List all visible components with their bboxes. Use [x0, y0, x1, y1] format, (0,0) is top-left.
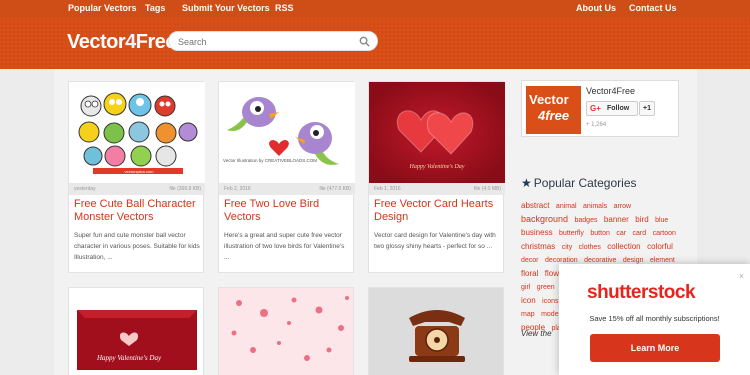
- tag-link[interactable]: animals: [583, 203, 607, 210]
- plus-one-button[interactable]: +1: [639, 101, 655, 116]
- tag-link[interactable]: button: [590, 230, 609, 237]
- learn-more-button[interactable]: Learn More: [590, 334, 720, 362]
- tag-link[interactable]: girl: [521, 284, 530, 291]
- post-thumbnail[interactable]: vectorspica.com: [69, 82, 205, 183]
- post-meta: Feb 2, 2016 file (477.0 KB): [219, 183, 355, 195]
- post-file-size: file (4.0 MB): [474, 186, 501, 192]
- logo-text-4: 4: [125, 31, 136, 53]
- tag-link[interactable]: decorative: [584, 257, 616, 264]
- search-icon[interactable]: [359, 36, 370, 47]
- tag-link[interactable]: floral: [521, 269, 538, 278]
- post-excerpt: Super fun and cute monster ball vector c…: [74, 232, 200, 261]
- post-card[interactable]: Vector Illustration by CREATIVEBLOADS.CO…: [218, 81, 355, 273]
- shutterstock-ad-popup: × shutterstock Save 15% off all monthly …: [559, 264, 750, 375]
- post-meta: yesterday file (366.9 KB): [69, 183, 205, 195]
- site-logo[interactable]: Vector4Free: [67, 31, 177, 54]
- tag-link[interactable]: icon: [521, 296, 536, 305]
- post-card[interactable]: vectorspica.com yesterday file (366.9 KB…: [68, 81, 205, 273]
- nav-popular-vectors[interactable]: Popular Vectors: [68, 3, 137, 13]
- telephone-thumbnail: [369, 288, 503, 375]
- tag-link[interactable]: badges: [575, 217, 598, 224]
- ad-offer-text: Save 15% off all monthly subscriptions!: [589, 314, 720, 323]
- search-input[interactable]: [178, 35, 348, 48]
- tag-link[interactable]: icons: [542, 298, 558, 305]
- nav-contact-us[interactable]: Contact Us: [629, 3, 677, 13]
- gplus-page-name[interactable]: Vector4Free: [586, 86, 635, 96]
- post-meta: Feb 1, 2016 file (4.0 MB): [369, 183, 505, 195]
- tag-link[interactable]: car: [616, 230, 626, 237]
- post-excerpt: Here's a great and super cute free vecto…: [224, 232, 345, 261]
- logo-text-vector: Vector: [67, 31, 126, 53]
- post-date: Feb 1, 2016: [374, 186, 401, 192]
- post-thumbnail[interactable]: Happy Valentine's Day: [369, 82, 505, 183]
- thumb-caption: vectorspica.com: [125, 169, 155, 174]
- post-card[interactable]: [368, 287, 504, 375]
- tag-link[interactable]: decor: [521, 257, 539, 264]
- follower-count: + 1,264: [586, 122, 607, 128]
- tag-link[interactable]: design: [623, 257, 644, 264]
- tag-link[interactable]: blue: [655, 217, 668, 224]
- post-file-size: file (366.9 KB): [169, 186, 201, 192]
- post-excerpt: Vector card design for Valentine's day w…: [374, 232, 496, 250]
- tag-link[interactable]: abstract: [521, 201, 549, 210]
- tag-link[interactable]: green: [537, 284, 555, 291]
- tag-link[interactable]: cartoon: [653, 230, 676, 237]
- thumb-caption: Vector Illustration by CREATIVEBLOADS.CO…: [223, 158, 317, 163]
- post-thumbnail[interactable]: Vector Illustration by CREATIVEBLOADS.CO…: [219, 82, 355, 183]
- post-title[interactable]: Free Cute Ball Character Monster Vectors: [74, 198, 202, 224]
- tag-link[interactable]: map: [521, 311, 535, 318]
- thumb-caption: Happy Valentine's Day: [96, 354, 162, 362]
- tag-link[interactable]: background: [521, 214, 568, 224]
- tag-link[interactable]: colorful: [647, 242, 673, 251]
- tag-link[interactable]: bird: [635, 215, 648, 224]
- tag-link[interactable]: arrow: [614, 203, 632, 210]
- post-title[interactable]: Free Two Love Bird Vectors: [224, 198, 352, 224]
- gplus-icon: G+: [590, 104, 601, 113]
- popular-categories-label: Popular Categories: [533, 176, 637, 190]
- post-card[interactable]: Happy Valentine's Day: [68, 287, 204, 375]
- shutterstock-logo[interactable]: shutterstock: [587, 282, 696, 304]
- badge-line-1: Vector: [529, 92, 569, 107]
- popular-categories-heading: ★ Popular Categories: [521, 176, 637, 190]
- post-card[interactable]: Happy Valentine's Day Feb 1, 2016 file (…: [368, 81, 505, 273]
- top-nav-bar: Popular Vectors Tags Submit Your Vectors…: [0, 0, 750, 18]
- thumb-caption: Happy Valentine's Day: [409, 164, 465, 170]
- post-title[interactable]: Free Vector Card Hearts Design: [374, 198, 502, 224]
- tag-link[interactable]: christmas: [521, 242, 555, 251]
- gplus-follow-button[interactable]: G+ Follow: [586, 101, 638, 116]
- tag-link[interactable]: city: [562, 244, 573, 251]
- tag-link[interactable]: business: [521, 228, 553, 237]
- tag-link[interactable]: element: [650, 257, 675, 264]
- tag-link[interactable]: collection: [607, 242, 640, 251]
- post-date: yesterday: [74, 186, 96, 192]
- google-plus-widget: Vector 4free Vector4Free G+ Follow +1 + …: [521, 80, 679, 137]
- hearts-pattern-thumbnail: [219, 288, 353, 375]
- view-all-categories-link[interactable]: View the: [521, 329, 552, 338]
- nav-about-us[interactable]: About Us: [576, 3, 616, 13]
- close-icon[interactable]: ×: [739, 271, 744, 281]
- nav-tags[interactable]: Tags: [145, 3, 165, 13]
- follow-label: Follow: [607, 105, 630, 112]
- star-icon: ★: [521, 176, 532, 190]
- monster-illustration: vectorspica.com: [78, 92, 198, 174]
- post-date: Feb 2, 2016: [224, 186, 251, 192]
- love-birds-illustration: Vector Illustration by CREATIVEBLOADS.CO…: [223, 97, 339, 165]
- valentine-banner-thumbnail: Happy Valentine's Day: [69, 288, 203, 375]
- tag-link[interactable]: animal: [556, 203, 577, 210]
- nav-rss[interactable]: RSS: [275, 3, 294, 13]
- tag-link[interactable]: card: [633, 230, 647, 237]
- site-header: Vector4Free: [0, 18, 750, 69]
- post-card[interactable]: [218, 287, 354, 375]
- tag-link[interactable]: clothes: [579, 244, 601, 251]
- badge-line-2: 4free: [538, 108, 570, 123]
- hearts-illustration: Happy Valentine's Day: [396, 110, 474, 170]
- tag-link[interactable]: butterfly: [559, 230, 584, 237]
- nav-submit-vectors[interactable]: Submit Your Vectors: [182, 3, 270, 13]
- tag-link[interactable]: banner: [604, 215, 629, 224]
- vector4free-badge-logo[interactable]: Vector 4free: [526, 86, 581, 134]
- post-file-size: file (477.0 KB): [319, 186, 351, 192]
- tag-link[interactable]: decoration: [545, 257, 578, 264]
- search-box: [168, 31, 378, 51]
